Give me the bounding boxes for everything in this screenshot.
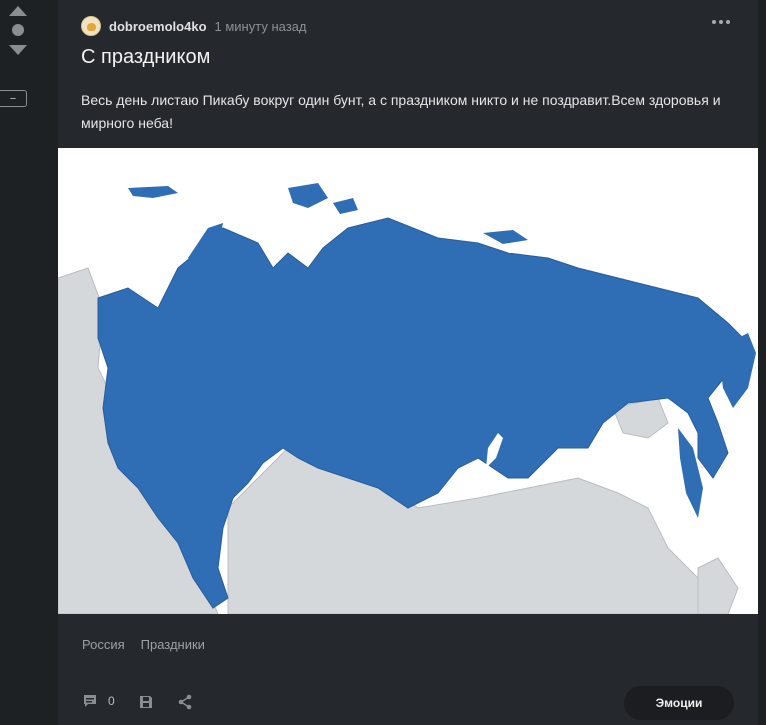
post-text: Весь день листаю Пикабу вокруг один бунт… [81,92,721,131]
tag-list: Россия Праздники [82,637,205,652]
tag-holidays[interactable]: Праздники [141,637,205,652]
save-button[interactable] [138,694,154,715]
comment-icon [84,695,96,707]
comments-button[interactable]: 0 [82,693,115,709]
more-icon[interactable] [712,20,730,24]
post-time[interactable]: 1 минуту назад [215,19,307,34]
post-card: dobroemolo4ko 1 минуту назад С празднико… [58,0,758,725]
post-header: dobroemolo4ko 1 минуту назад [81,16,307,36]
author-name[interactable]: dobroemolo4ko [109,19,207,34]
russia-map-graphic [58,183,756,614]
bookmark-icon [140,696,152,708]
comments-count: 0 [108,694,115,708]
avatar[interactable] [81,16,101,36]
upvote-arrow-icon[interactable] [9,6,27,16]
share-icon [178,694,192,710]
post-title[interactable]: С праздником [81,46,210,69]
rating-dot-icon [12,24,24,36]
post-footer: 0 Эмоции [58,684,758,720]
share-button[interactable] [177,694,193,715]
emotions-button[interactable]: Эмоции [624,686,734,720]
post-image-map[interactable] [58,148,758,614]
collapse-post-button[interactable]: − [0,90,27,107]
tag-russia[interactable]: Россия [82,637,125,652]
vote-rail: − [0,0,36,725]
downvote-arrow-icon[interactable] [9,45,27,55]
